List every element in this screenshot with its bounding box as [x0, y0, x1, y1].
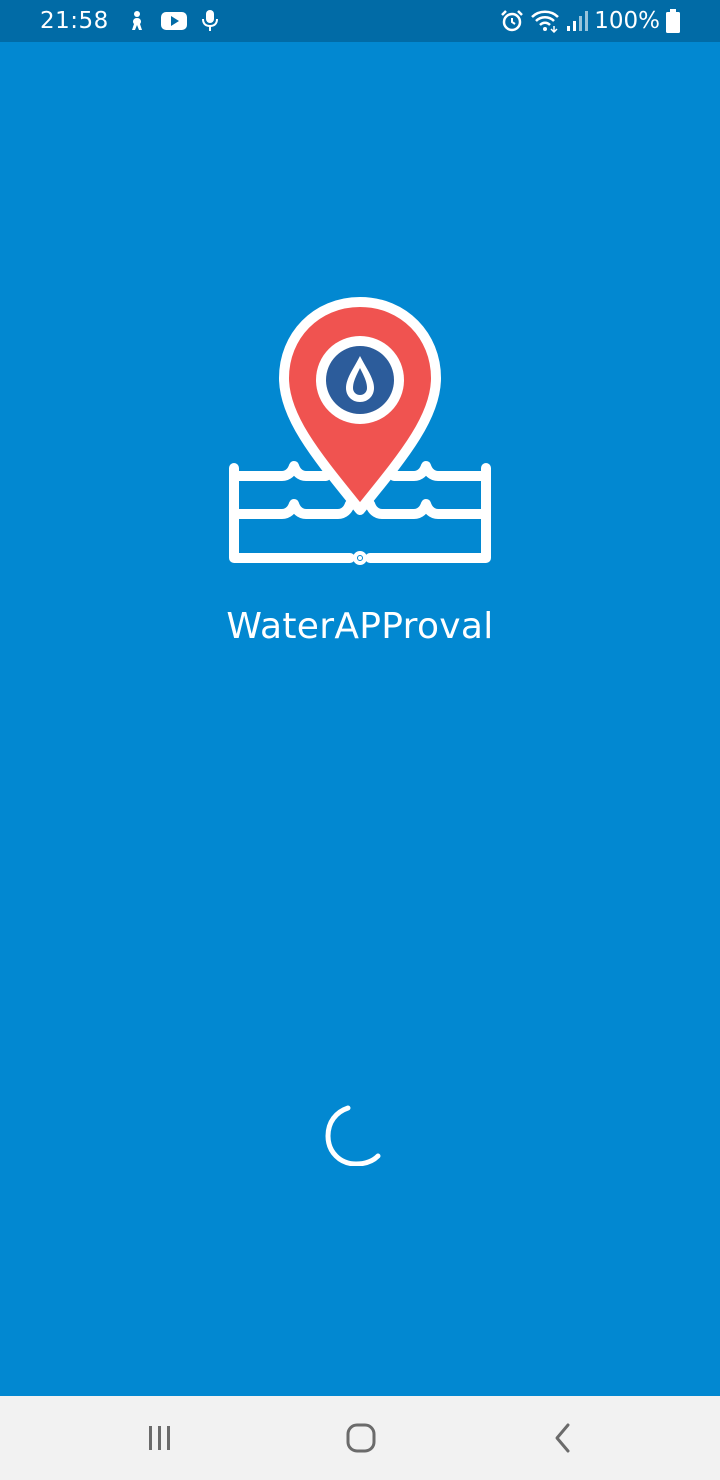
water-location-pin-icon [229, 297, 491, 565]
status-left: 21:58 [40, 8, 219, 34]
spinner-icon [322, 1102, 386, 1167]
home-icon [346, 1423, 376, 1453]
microphone-icon [201, 9, 219, 33]
youtube-icon [160, 11, 187, 31]
status-right: 100% [500, 8, 680, 34]
wifi-icon [530, 9, 560, 33]
recent-apps-icon [149, 1426, 170, 1450]
battery-icon [666, 9, 680, 33]
back-icon [555, 1423, 570, 1453]
accessibility-icon [127, 10, 147, 32]
signal-icon [566, 10, 589, 32]
back-button[interactable] [503, 1396, 623, 1480]
navigation-bar [0, 1396, 720, 1480]
recent-apps-button[interactable] [100, 1396, 220, 1480]
home-button[interactable] [301, 1396, 421, 1480]
status-bar: 21:58 100% [0, 0, 720, 42]
battery-percent: 100% [594, 8, 660, 34]
app-logo [222, 296, 498, 572]
alarm-icon [500, 9, 524, 33]
app-title: WaterAPProval [226, 606, 494, 647]
status-time: 21:58 [40, 8, 109, 34]
splash-screen: 21:58 100% WaterAPProval [0, 0, 720, 1480]
